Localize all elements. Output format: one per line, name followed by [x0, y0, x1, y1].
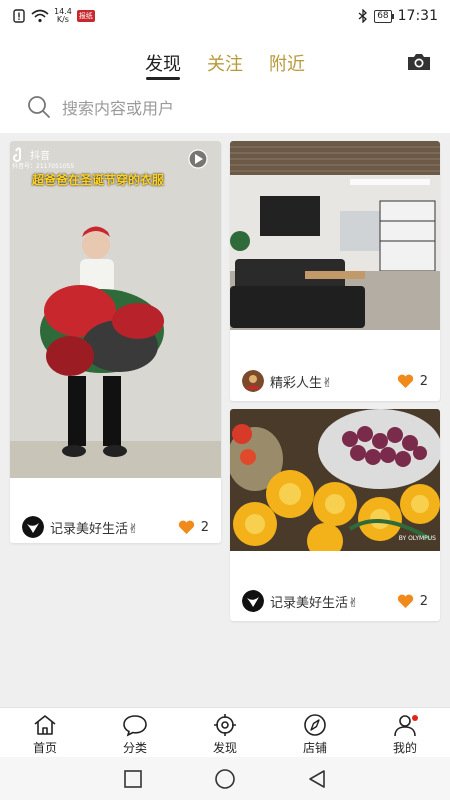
- photo-watermark: BY OLYMPUS: [398, 535, 436, 542]
- avatar-icon[interactable]: [22, 516, 44, 538]
- home-circle-icon[interactable]: [214, 768, 236, 790]
- nav-home-label: 首页: [32, 741, 57, 755]
- overlay-caption: 超爸爸在圣诞节穿的衣服: [32, 173, 165, 187]
- like-count: 2: [419, 593, 428, 609]
- app-notification-badge: 报纸: [76, 10, 95, 22]
- chat-bubble-icon: [123, 715, 147, 737]
- post-footer: 记录美好生活✌ 2: [230, 587, 440, 615]
- like-button[interactable]: 2: [178, 520, 209, 535]
- bluetooth-icon: [358, 9, 368, 23]
- overlay-account-id: 抖音号：2117051055: [12, 163, 75, 170]
- post-card-video[interactable]: 抖音 抖音号：2117051055 超爸爸在圣诞节穿的衣服 记录美好生活✌ 2: [10, 141, 221, 543]
- avatar-icon[interactable]: [242, 590, 264, 612]
- heart-icon: [397, 594, 413, 608]
- search-icon: [28, 96, 50, 118]
- home-icon: [34, 715, 56, 735]
- post-photo-person-with-clothes: [10, 141, 221, 478]
- search-bar[interactable]: 搜索内容或用户: [26, 90, 426, 124]
- post-photo-office-lounge: [230, 141, 440, 330]
- post-image: BY OLYMPUS: [230, 409, 440, 551]
- tab-following[interactable]: 关注: [207, 40, 243, 84]
- battery-indicator: 68: [374, 9, 395, 23]
- wifi-icon: [31, 9, 49, 23]
- post-card-office[interactable]: 精彩人生✌ 2: [230, 141, 440, 401]
- like-count: 2: [200, 519, 209, 535]
- author-name[interactable]: 精彩人生✌: [270, 372, 333, 391]
- post-card-food[interactable]: BY OLYMPUS 记录美好生活✌ 2: [230, 409, 440, 621]
- nav-mine-label: 我的: [392, 741, 417, 755]
- post-footer: 精彩人生✌ 2: [230, 367, 440, 395]
- status-bar: 14.4 K/s 报纸 68 17:31: [0, 0, 450, 32]
- like-count: 2: [419, 373, 428, 389]
- tab-nearby[interactable]: 附近: [269, 40, 305, 84]
- bottom-nav: 首页 分类 发现 店铺 我的: [0, 707, 450, 757]
- sim-alert-icon: [13, 9, 25, 23]
- post-photo-fruit-flowers: [230, 409, 440, 551]
- post-image: 抖音 抖音号：2117051055 超爸爸在圣诞节穿的衣服: [10, 141, 221, 478]
- system-nav-bar: [0, 757, 450, 800]
- tab-discover[interactable]: 发现: [145, 40, 181, 84]
- camera-icon[interactable]: [406, 52, 432, 72]
- author-name[interactable]: 记录美好生活✌: [50, 518, 139, 537]
- heart-icon: [178, 520, 194, 534]
- like-button[interactable]: 2: [397, 594, 428, 609]
- nav-mine[interactable]: 我的: [360, 708, 450, 757]
- author-name[interactable]: 记录美好生活✌: [270, 592, 359, 611]
- back-icon[interactable]: [306, 768, 328, 790]
- nav-category-label: 分类: [122, 741, 147, 755]
- top-tabs: 发现 关注 附近: [0, 40, 450, 84]
- nav-store-label: 店铺: [302, 741, 327, 755]
- search-input[interactable]: 搜索内容或用户: [62, 95, 174, 119]
- overlay-brand: 抖音: [30, 151, 50, 162]
- nav-discover[interactable]: 发现: [180, 708, 270, 757]
- avatar-icon[interactable]: [242, 370, 264, 392]
- net-speed: 14.4 K/s: [54, 8, 72, 24]
- nav-home[interactable]: 首页: [0, 708, 90, 757]
- recents-icon[interactable]: [122, 768, 144, 790]
- heart-icon: [397, 374, 413, 388]
- compass-icon: [304, 714, 326, 736]
- net-speed-unit: K/s: [56, 15, 69, 24]
- nav-category[interactable]: 分类: [90, 708, 180, 757]
- clock: 17:31: [397, 8, 438, 24]
- target-icon: [214, 714, 236, 736]
- notification-dot: [412, 715, 418, 721]
- like-button[interactable]: 2: [397, 374, 428, 389]
- post-image: [230, 141, 440, 330]
- nav-discover-label: 发现: [212, 741, 237, 755]
- post-footer: 记录美好生活✌ 2: [10, 513, 221, 541]
- feed: 抖音 抖音号：2117051055 超爸爸在圣诞节穿的衣服 记录美好生活✌ 2: [0, 133, 450, 707]
- nav-store[interactable]: 店铺: [270, 708, 360, 757]
